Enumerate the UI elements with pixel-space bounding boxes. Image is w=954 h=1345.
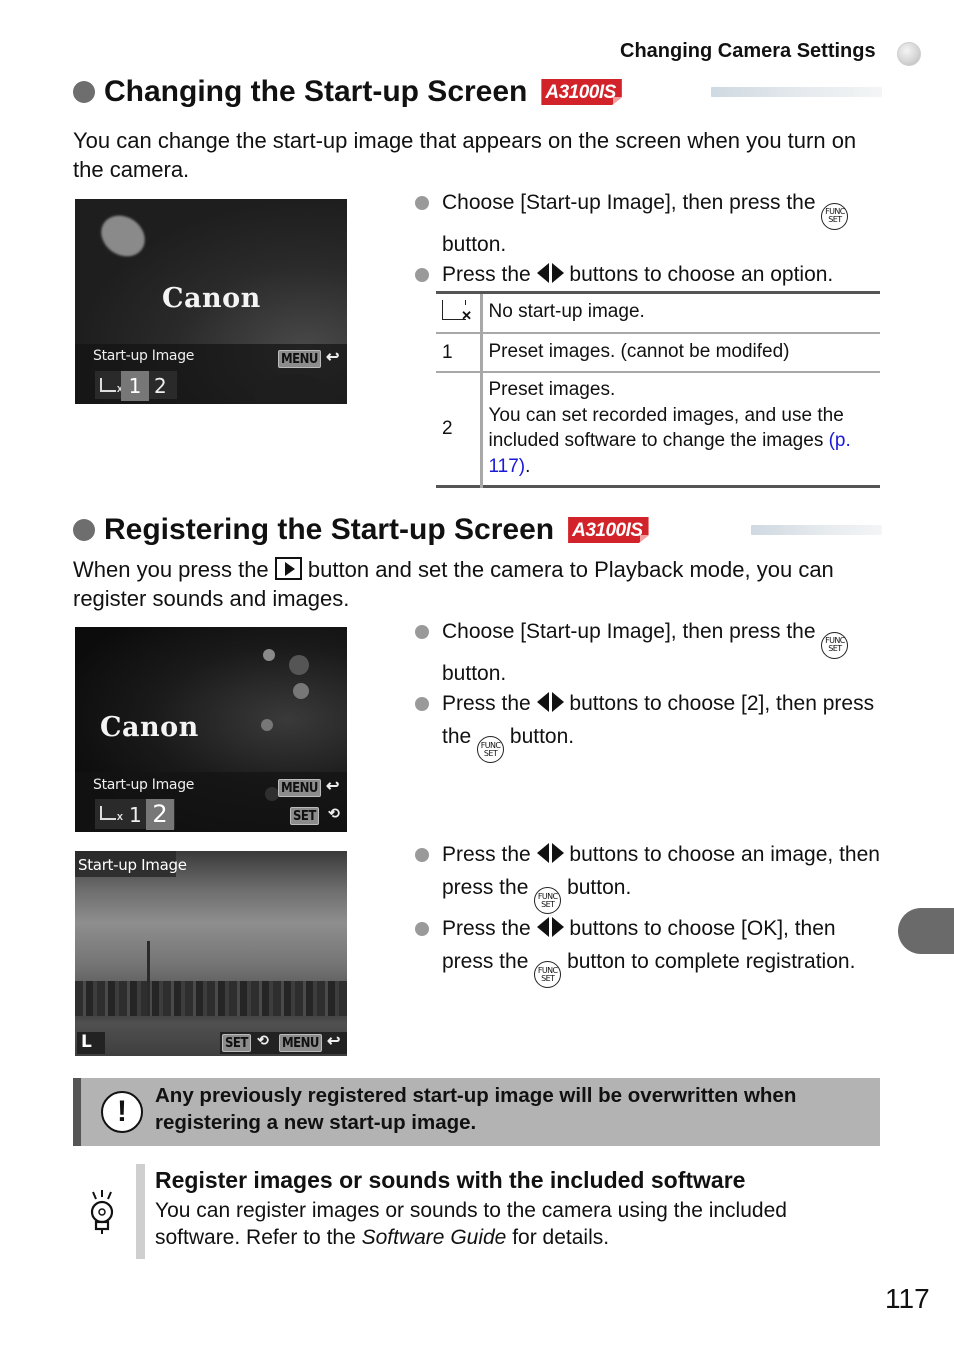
no-image-option-icon bbox=[100, 378, 123, 395]
step-item: Press the buttons to choose an option. bbox=[415, 260, 885, 293]
camera-screen-startup-2: Canon Start-up Image MENU ↩ 1 2 SET ⟲ bbox=[75, 627, 347, 832]
camera-screen-select-image: Start-up Image L SET ⟲ MENU ↩ bbox=[75, 851, 347, 1056]
no-start-up-image-icon bbox=[442, 300, 472, 324]
func-set-icon: FUNC SET bbox=[477, 736, 505, 763]
section2-intro: When you press the button and set the ca… bbox=[73, 557, 834, 611]
header-dot-icon bbox=[897, 42, 921, 66]
no-image-option-icon bbox=[100, 806, 123, 823]
section-title-text: Changing the Start-up Screen bbox=[104, 75, 528, 108]
step-item: Press the buttons to choose an image, th… bbox=[415, 840, 885, 914]
func-set-icon: FUNC SET bbox=[821, 631, 849, 659]
caution-box: ! Any previously registered start-up ima… bbox=[73, 1078, 880, 1146]
section2-steps-b: Press the buttons to choose an image, th… bbox=[415, 840, 885, 988]
menu-key: MENU bbox=[278, 350, 321, 368]
return-icon: ↩ bbox=[327, 1033, 341, 1050]
bullet-dot-icon bbox=[415, 625, 429, 639]
camera-label: Start-up Image bbox=[93, 777, 195, 793]
tip-bar bbox=[136, 1164, 145, 1259]
city-skyline bbox=[75, 981, 347, 1016]
bullet-dot-icon bbox=[415, 697, 429, 711]
func-set-icon: FUNC SET bbox=[534, 887, 562, 914]
caution-text: Any previously registered start-up image… bbox=[155, 1084, 797, 1134]
title-rule bbox=[711, 87, 882, 97]
section-title-text: Registering the Start-up Screen bbox=[104, 513, 555, 546]
bullet-dot-icon bbox=[415, 922, 429, 936]
left-right-arrows-icon bbox=[536, 916, 564, 947]
option-2: 2 bbox=[154, 374, 167, 398]
left-right-arrows-icon bbox=[536, 262, 564, 293]
chapter-side-tab bbox=[898, 908, 954, 954]
canon-logo: Canon bbox=[100, 712, 199, 743]
menu-key: MENU bbox=[278, 779, 321, 797]
step-item: Choose [Start-up Image], then press the … bbox=[415, 188, 885, 260]
model-badge: A3100IS bbox=[568, 517, 649, 543]
step-item: Press the buttons to choose [OK], then p… bbox=[415, 914, 885, 988]
bokeh-light bbox=[263, 649, 275, 661]
canon-logo: Canon bbox=[162, 283, 261, 314]
return-icon: ↩ bbox=[326, 778, 340, 795]
caution-icon: ! bbox=[101, 1091, 143, 1133]
set-key: SET bbox=[290, 807, 319, 825]
page-number: 117 bbox=[885, 1283, 930, 1314]
tower bbox=[147, 941, 150, 1016]
bokeh-light bbox=[293, 683, 309, 699]
option-2-selected: 2 bbox=[146, 799, 174, 830]
section-title-changing: Changing the Start-up Screen A3100IS bbox=[73, 75, 622, 109]
rotate-icon: ⟲ bbox=[257, 1032, 269, 1048]
tip-title: Register images or sounds with the inclu… bbox=[155, 1167, 746, 1193]
table-row: 1 Preset images. (cannot be modifed) bbox=[436, 333, 880, 372]
func-set-icon: FUNC SET bbox=[534, 961, 562, 988]
option-1-selected: 1 bbox=[121, 371, 149, 401]
camera-screen-startup-1: Canon Start-up Image MENU ↩ 1 2 bbox=[75, 199, 347, 404]
rotate-icon: ⟲ bbox=[328, 805, 340, 821]
model-badge: A3100IS bbox=[541, 79, 622, 105]
bullet-dot-icon bbox=[415, 848, 429, 862]
bokeh-light bbox=[93, 207, 153, 265]
bullet-dot-icon bbox=[415, 196, 429, 210]
title-rule bbox=[751, 525, 882, 535]
section-bullet-icon bbox=[73, 519, 95, 541]
bokeh-light bbox=[261, 719, 273, 731]
running-header: Changing Camera Settings bbox=[620, 40, 876, 62]
section2-steps-a: Choose [Start-up Image], then press the … bbox=[415, 617, 885, 763]
playback-icon bbox=[274, 557, 302, 580]
section-bullet-icon bbox=[73, 81, 95, 103]
table-row: 2 Preset images. You can set recorded im… bbox=[436, 372, 880, 487]
image-size-label: L bbox=[81, 1032, 92, 1052]
lightbulb-icon bbox=[90, 1190, 114, 1234]
section1-steps: Choose [Start-up Image], then press the … bbox=[415, 188, 885, 293]
software-guide-title: Software Guide bbox=[361, 1226, 507, 1249]
return-icon: ↩ bbox=[326, 349, 340, 366]
left-right-arrows-icon bbox=[536, 691, 564, 722]
bokeh-light bbox=[289, 655, 309, 675]
table-row: No start-up image. bbox=[436, 294, 880, 333]
left-right-arrows-icon bbox=[536, 842, 564, 873]
option-1: 1 bbox=[129, 803, 142, 827]
options-table: No start-up image. 1 Preset images. (can… bbox=[436, 294, 880, 488]
camera-label: Start-up Image bbox=[93, 348, 195, 364]
section-title-registering: Registering the Start-up Screen A3100IS bbox=[73, 513, 649, 547]
tip-text: You can register images or sounds to the… bbox=[155, 1199, 787, 1249]
func-set-icon: FUNC SET bbox=[821, 202, 849, 230]
section1-intro: You can change the start-up image that a… bbox=[73, 128, 857, 182]
bullet-dot-icon bbox=[415, 268, 429, 282]
step-item: Choose [Start-up Image], then press the … bbox=[415, 617, 885, 689]
menu-key: MENU bbox=[279, 1034, 322, 1052]
step-item: Press the buttons to choose [2], then pr… bbox=[415, 689, 885, 763]
camera-label: Start-up Image bbox=[78, 856, 187, 874]
set-key: SET bbox=[222, 1034, 251, 1052]
